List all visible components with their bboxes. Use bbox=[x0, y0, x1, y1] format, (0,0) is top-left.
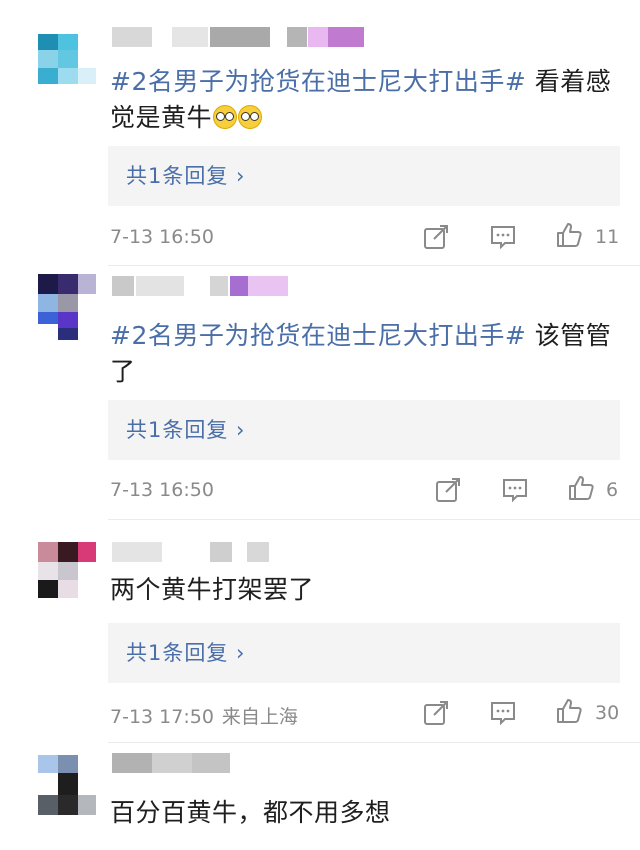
comment-body: 百分百黄牛，都不用多想 bbox=[110, 798, 391, 827]
comment-meta: 7-13 16:50 bbox=[110, 479, 214, 501]
comment-4: 百分百黄牛，都不用多想 bbox=[0, 743, 640, 850]
topic-link[interactable]: #2名男子为抢货在迪士尼大打出手# bbox=[110, 67, 526, 96]
bespectacled-face-icon bbox=[213, 105, 238, 129]
like-count: 11 bbox=[595, 226, 620, 248]
share-icon[interactable] bbox=[423, 224, 449, 250]
share-icon[interactable] bbox=[423, 700, 449, 726]
comment-3: 两个黄牛打架罢了 共1条回复 › 7-13 17:50 来自上海 30 bbox=[0, 520, 640, 742]
comment-2: #2名男子为抢货在迪士尼大打出手# 该管管了 共1条回复 › 7-13 16:5… bbox=[0, 266, 640, 519]
reply-count-label: 共1条回复 › bbox=[126, 641, 246, 665]
timestamp: 7-13 16:50 bbox=[110, 479, 214, 501]
comment-text: #2名男子为抢货在迪士尼大打出手# 看着感觉是黄牛 bbox=[110, 64, 625, 136]
thumbs-up-icon[interactable] bbox=[568, 475, 594, 501]
thumbs-up-icon[interactable] bbox=[556, 222, 582, 248]
comment-body: 两个黄牛打架罢了 bbox=[110, 575, 315, 604]
avatar[interactable] bbox=[38, 34, 96, 100]
topic-link[interactable]: #2名男子为抢货在迪士尼大打出手# bbox=[110, 321, 526, 350]
bespectacled-face-icon bbox=[238, 105, 263, 129]
comment-text: 百分百黄牛，都不用多想 bbox=[110, 795, 625, 831]
comment-meta: 7-13 16:50 bbox=[110, 226, 214, 248]
comment-text: #2名男子为抢货在迪士尼大打出手# 该管管了 bbox=[110, 318, 625, 390]
reply-count-label: 共1条回复 › bbox=[126, 418, 246, 442]
reply-count-button[interactable]: 共1条回复 › bbox=[108, 146, 620, 206]
like-count: 6 bbox=[606, 479, 619, 501]
comment-icon[interactable] bbox=[490, 700, 516, 726]
comment-text: 两个黄牛打架罢了 bbox=[110, 572, 625, 608]
location-label: 来自上海 bbox=[221, 706, 298, 728]
timestamp: 7-13 16:50 bbox=[110, 226, 214, 248]
comment-icon[interactable] bbox=[490, 224, 516, 250]
reply-count-button[interactable]: 共1条回复 › bbox=[108, 400, 620, 460]
like-count: 30 bbox=[595, 702, 620, 724]
reply-count-label: 共1条回复 › bbox=[126, 164, 246, 188]
reply-count-button[interactable]: 共1条回复 › bbox=[108, 623, 620, 683]
comment-icon[interactable] bbox=[502, 477, 528, 503]
timestamp: 7-13 17:50 bbox=[110, 706, 214, 728]
thumbs-up-icon[interactable] bbox=[556, 698, 582, 724]
comment-meta: 7-13 17:50 来自上海 bbox=[110, 702, 298, 729]
share-icon[interactable] bbox=[435, 477, 461, 503]
avatar[interactable] bbox=[38, 274, 96, 340]
avatar[interactable] bbox=[38, 524, 96, 598]
comment-1: #2名男子为抢货在迪士尼大打出手# 看着感觉是黄牛 共1条回复 › 7-13 1… bbox=[0, 0, 640, 265]
avatar[interactable] bbox=[38, 755, 96, 821]
